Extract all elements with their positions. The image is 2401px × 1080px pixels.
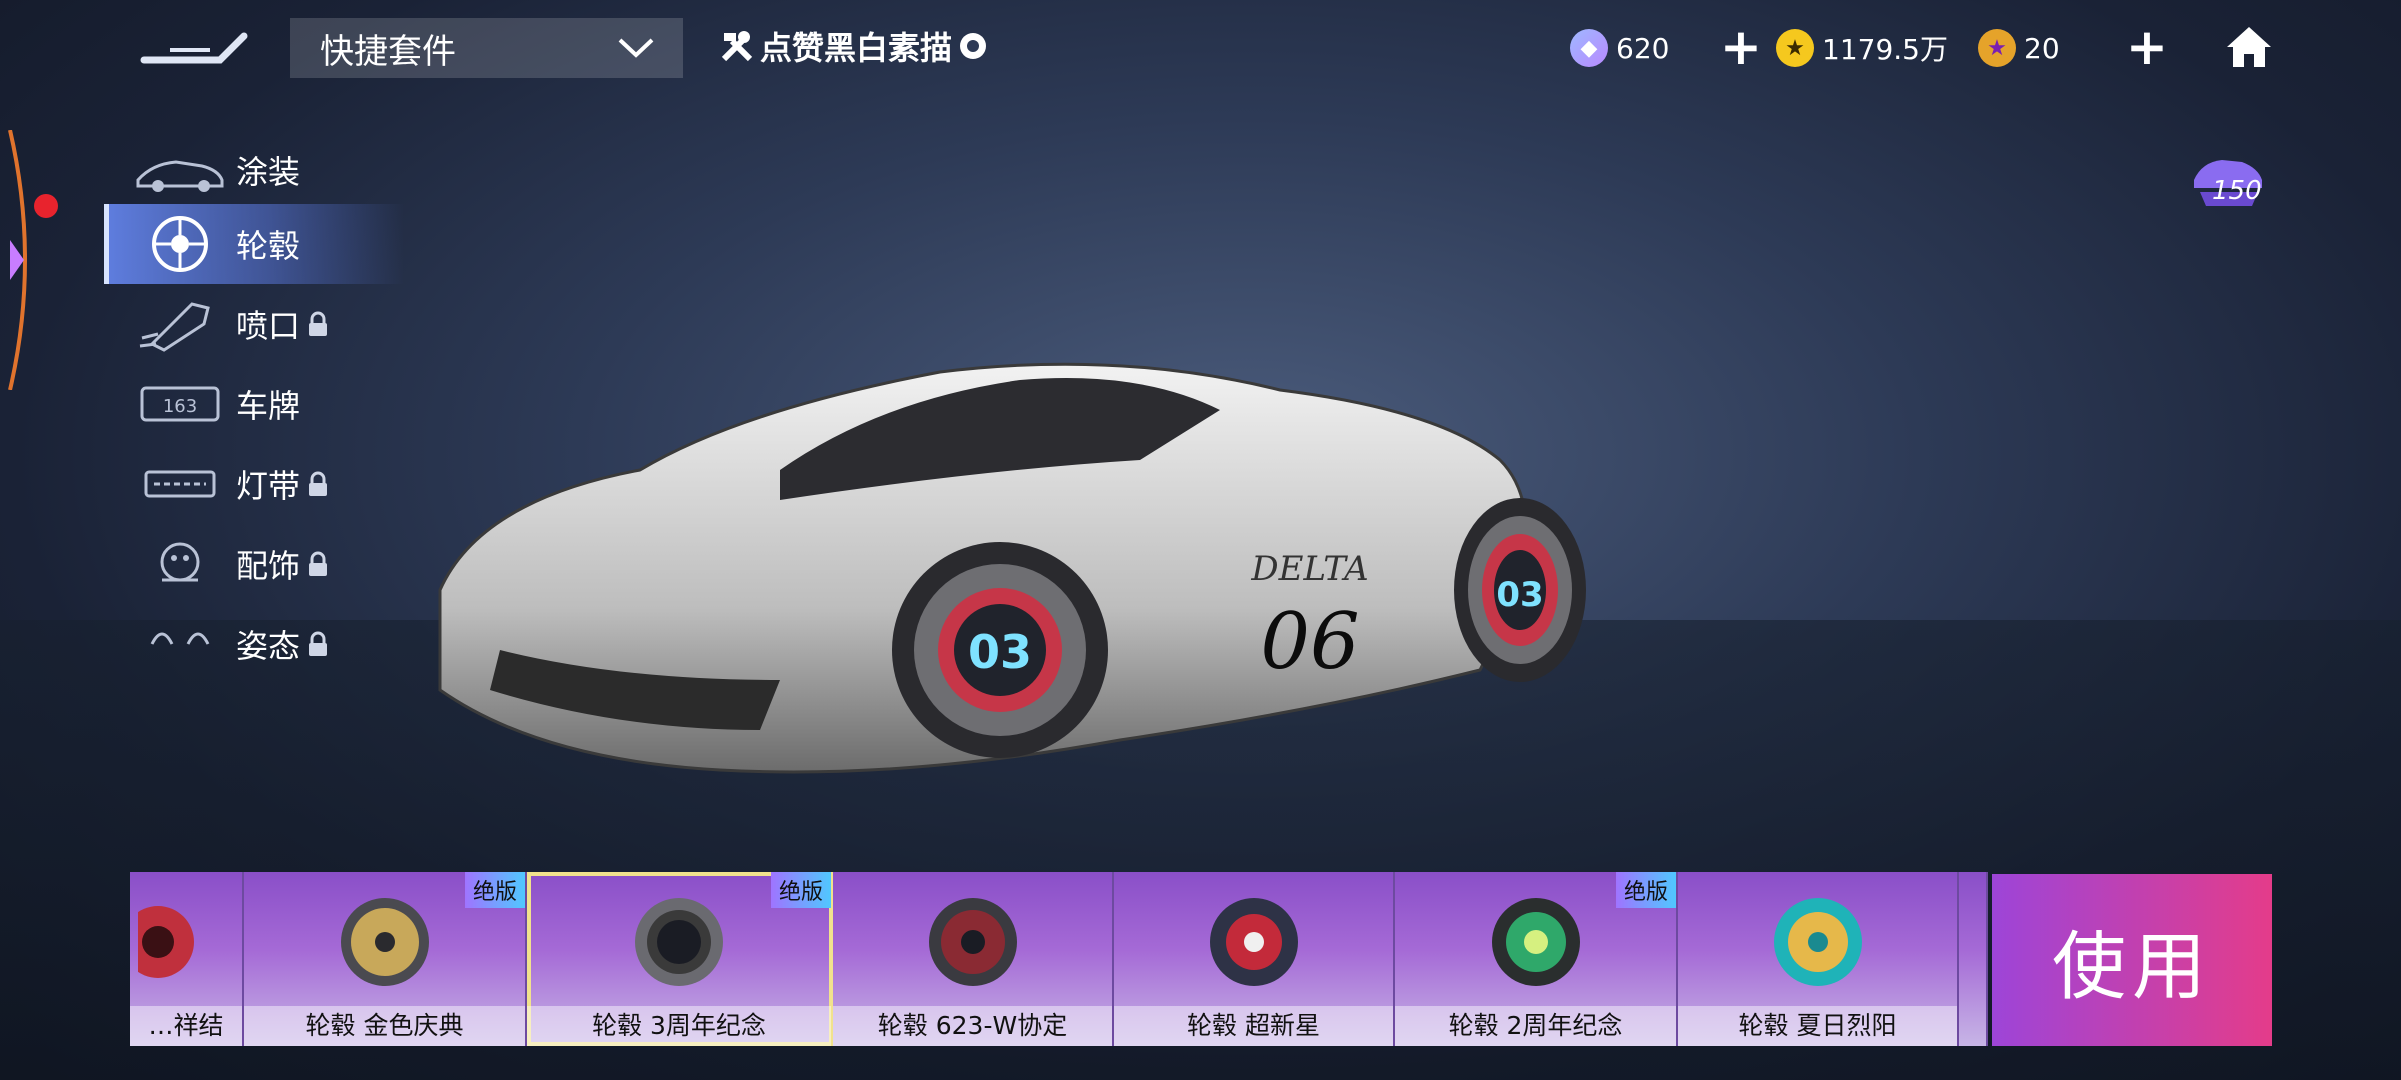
wheel-card-label: 轮毂 夏日烈阳 xyxy=(1678,1006,1957,1046)
menu-item-label: 涂装 xyxy=(236,153,301,191)
wheel-thumbnail xyxy=(138,906,194,978)
wheel-card[interactable]: 绝版 轮毂 金色庆典 xyxy=(244,872,527,1046)
add-gems-button[interactable]: + xyxy=(1720,22,1762,72)
menu-item-plate[interactable]: 163 车牌 xyxy=(104,364,404,444)
wheel-thumbnail xyxy=(1209,898,1298,986)
accessory-icon xyxy=(160,542,200,582)
back-icon[interactable] xyxy=(140,30,250,66)
wheel-card-selected[interactable]: 绝版 轮毂 3周年纪念 xyxy=(527,872,833,1046)
like-scheme-label: 点赞黑白素描 xyxy=(760,29,953,67)
wheel-thumbnail xyxy=(635,898,723,986)
pose-icon xyxy=(150,632,210,645)
wheel-card-label: 轮毂 超新星 xyxy=(1114,1006,1393,1046)
gem-icon: ◆ xyxy=(1570,29,1608,67)
wheel-icon xyxy=(152,216,208,272)
menu-item-accessory[interactable]: 配饰 xyxy=(104,524,404,604)
wheel-card-label: 轮毂 2周年纪念 xyxy=(1395,1006,1676,1046)
menu-item-label: 喷口 xyxy=(236,307,301,345)
gems-value: 620 xyxy=(1616,31,1670,65)
wheel-thumbnail xyxy=(1773,898,1862,986)
paint-car-icon xyxy=(136,160,224,192)
wheel-card-label: …祥结 xyxy=(130,1006,242,1046)
license-plate-icon: 163 xyxy=(140,386,220,422)
wheel-card-partial[interactable] xyxy=(1959,872,1988,1046)
wheel-item-strip: …祥结 绝版 轮毂 金色庆典 绝版 轮毂 3周年纪念 轮毂 623-W协定 轮毂… xyxy=(130,872,1988,1046)
menu-item-paint[interactable]: 涂装 xyxy=(104,130,404,210)
lock-icon xyxy=(309,551,328,576)
menu-item-exhaust[interactable]: 喷口 xyxy=(104,284,404,364)
side-drawer-handle[interactable] xyxy=(0,130,50,390)
limited-badge: 绝版 xyxy=(1615,872,1676,908)
wheel-card-label: 轮毂 623-W协定 xyxy=(833,1006,1112,1046)
stars-counter: ★ 20 xyxy=(1978,24,2060,72)
kit-dropdown[interactable]: 快捷套件 xyxy=(290,18,683,78)
menu-item-pose[interactable]: 姿态 xyxy=(104,604,404,670)
wheel-card[interactable]: 绝版 轮毂 2周年纪念 xyxy=(1395,872,1678,1046)
menu-item-label: 车牌 xyxy=(236,387,301,425)
tools-icon xyxy=(721,31,753,62)
light-strip-icon xyxy=(144,470,216,498)
wheel-thumbnail xyxy=(340,898,429,986)
menu-item-label: 姿态 xyxy=(236,627,301,665)
svg-text:163: 163 xyxy=(163,396,197,417)
garage-count: 150 xyxy=(2212,176,2262,206)
rear-wheel-number: 03 xyxy=(1496,575,1543,615)
wheel-thumbnail xyxy=(1491,898,1580,986)
menu-item-wheel[interactable]: 轮毂 xyxy=(104,204,404,284)
coin-icon: ★ xyxy=(1776,29,1814,67)
use-button[interactable]: 使用 xyxy=(1992,874,2272,1046)
wheel-card[interactable]: …祥结 xyxy=(130,872,244,1046)
kit-dropdown-label: 快捷套件 xyxy=(320,31,456,72)
limited-badge: 绝版 xyxy=(464,872,525,908)
like-scheme[interactable]: 点赞黑白素描 xyxy=(720,24,988,68)
wheel-card[interactable]: 轮毂 超新星 xyxy=(1114,872,1395,1046)
menu-item-label: 轮毂 xyxy=(236,227,301,265)
stars-value: 20 xyxy=(2024,31,2060,65)
coins-value: 1179.5万 xyxy=(1822,33,1948,66)
gems-counter: ◆ 620 xyxy=(1570,24,1669,72)
wheel-card-label: 轮毂 金色庆典 xyxy=(244,1006,525,1046)
lock-icon xyxy=(309,471,328,496)
wheel-card[interactable]: 轮毂 623-W协定 xyxy=(833,872,1114,1046)
menu-item-label: 配饰 xyxy=(236,547,301,585)
menu-item-label: 灯带 xyxy=(236,467,301,505)
add-stars-button[interactable]: + xyxy=(2126,22,2168,72)
front-wheel-number: 03 xyxy=(968,625,1032,679)
notification-dot xyxy=(34,194,58,218)
exhaust-icon xyxy=(139,302,210,352)
car-number: 06 xyxy=(1260,597,1359,687)
star-coin-icon: ★ xyxy=(1978,29,2016,67)
wheel-thumbnail xyxy=(928,898,1017,986)
lock-icon xyxy=(309,631,328,656)
menu-item-lights[interactable]: 灯带 xyxy=(104,444,404,524)
limited-badge: 绝版 xyxy=(770,872,831,908)
home-icon[interactable] xyxy=(2224,24,2274,70)
car-preview[interactable]: 03 03 06 DELTA xyxy=(420,350,1720,830)
settings-circle-icon xyxy=(960,33,987,59)
chevron-down-icon xyxy=(618,38,654,58)
lock-icon xyxy=(309,311,328,336)
coins-counter: ★ 1179.5万 xyxy=(1776,24,1948,72)
wheel-card-label: 轮毂 3周年纪念 xyxy=(527,1006,831,1046)
car-logo-text: DELTA xyxy=(1250,549,1368,589)
category-menu: 涂装 轮毂 喷口 163 车牌 灯带 配饰 姿态 xyxy=(104,130,424,670)
wheel-card[interactable]: 轮毂 夏日烈阳 xyxy=(1678,872,1959,1046)
